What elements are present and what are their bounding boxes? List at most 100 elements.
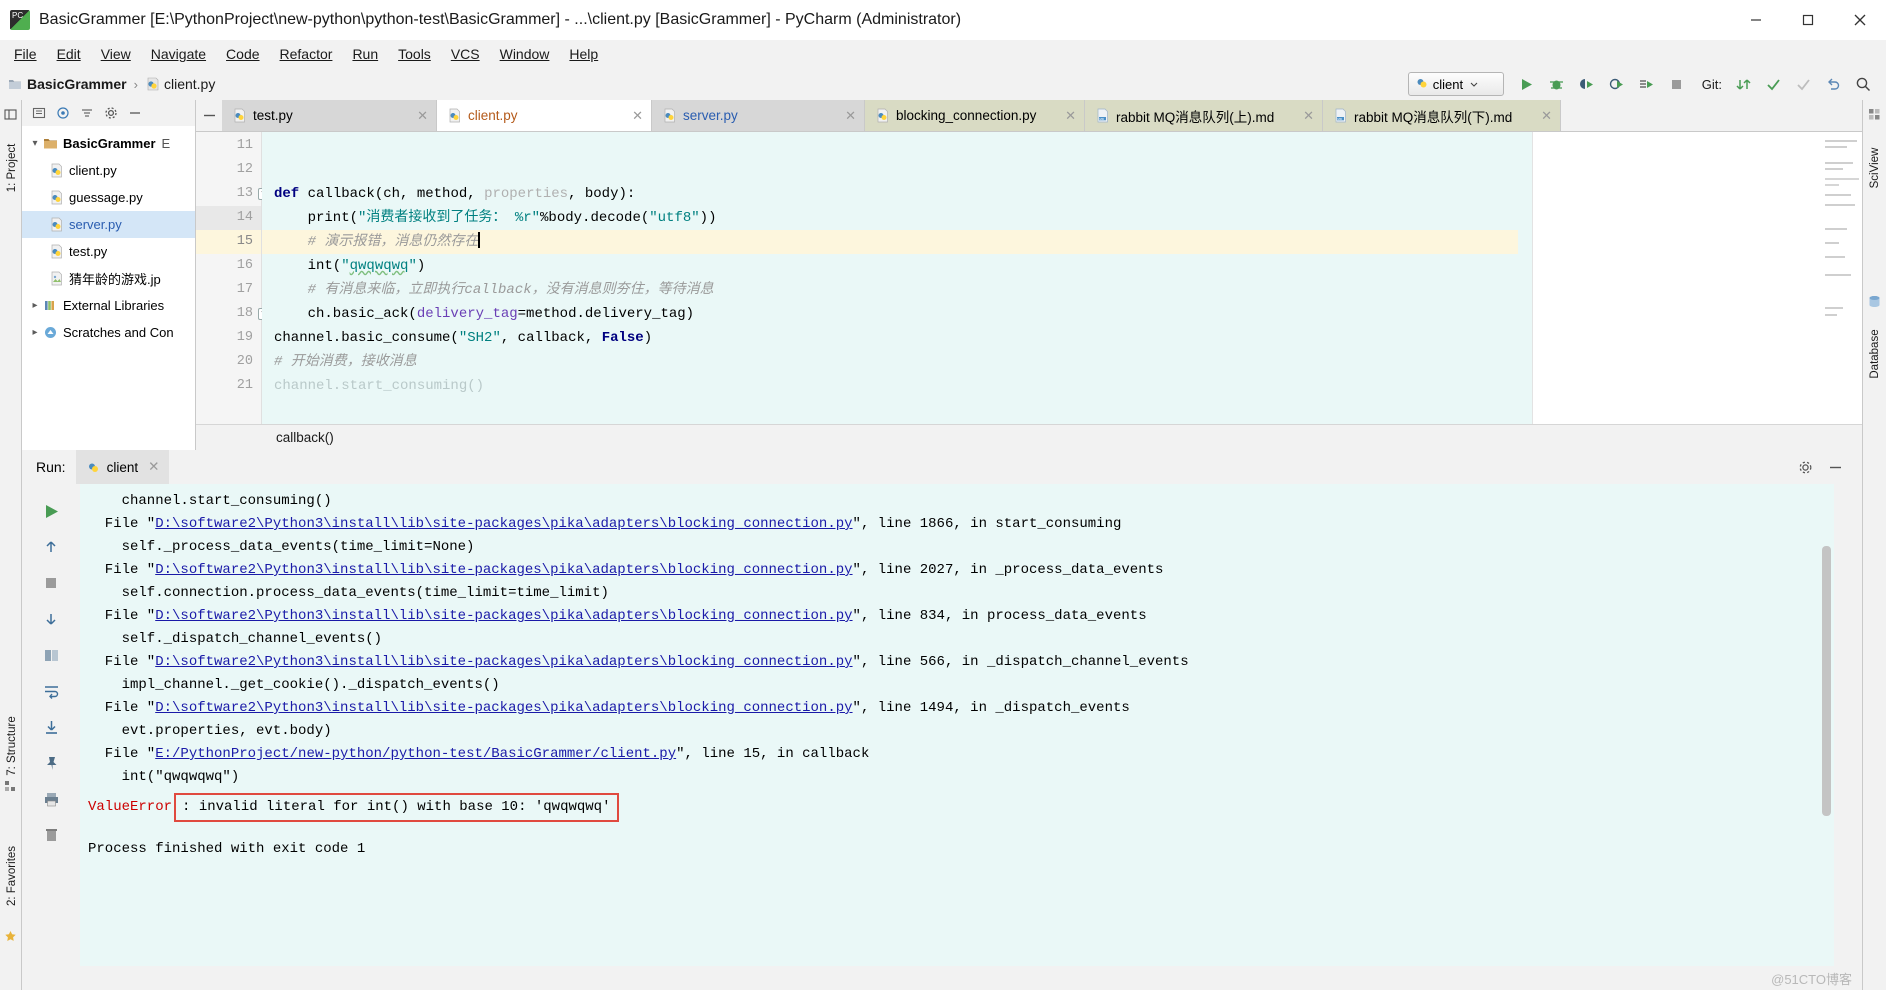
editor-tab-server-py[interactable]: server.py ✕ <box>652 100 865 131</box>
close-button[interactable] <box>1834 0 1886 40</box>
stop-button[interactable] <box>34 568 68 598</box>
close-icon[interactable]: ✕ <box>1065 108 1076 124</box>
scroll-to-end-button[interactable] <box>34 712 68 742</box>
menu-edit[interactable]: Edit <box>47 42 91 66</box>
tabs-overflow-icon[interactable] <box>196 100 222 131</box>
print-layout-button[interactable] <box>34 640 68 670</box>
commit-button[interactable] <box>1758 71 1788 97</box>
sidebar-item-database[interactable]: Database <box>1869 318 1881 390</box>
tree-node-test-py[interactable]: test.py <box>22 238 195 265</box>
sidebar-item-project[interactable]: 1: Project <box>6 132 18 204</box>
menu-vcs[interactable]: VCS <box>441 42 490 66</box>
breadcrumb-file[interactable]: client.py <box>164 76 215 92</box>
pin-tab-button[interactable] <box>34 748 68 778</box>
hide-panel-icon[interactable] <box>124 103 146 123</box>
debug-button[interactable] <box>1542 71 1572 97</box>
breadcrumb-project[interactable]: BasicGrammer <box>27 76 127 92</box>
editor-tab-rabbitmq-shang-md[interactable]: MD rabbit MQ消息队列(上).md ✕ <box>1085 100 1323 131</box>
menu-navigate-label: Navigate <box>150 46 207 62</box>
menu-help[interactable]: Help <box>559 42 608 66</box>
menu-navigate[interactable]: Navigate <box>141 42 216 66</box>
rollback-button[interactable] <box>1818 71 1848 97</box>
settings-gear-icon[interactable] <box>100 103 122 123</box>
print-button[interactable] <box>34 784 68 814</box>
sidebar-item-sciview[interactable]: SciView <box>1869 132 1881 204</box>
search-everywhere-icon[interactable] <box>1848 71 1878 97</box>
run-tab-client[interactable]: client ✕ <box>75 450 170 484</box>
editor-tab-test-py[interactable]: test.py ✕ <box>222 100 437 131</box>
menu-refactor[interactable]: Refactor <box>270 42 343 66</box>
file-suffix: ", line 834, in process_data_events <box>852 608 1147 624</box>
run-with-button[interactable] <box>1632 71 1662 97</box>
soft-wrap-button[interactable] <box>34 676 68 706</box>
file-link[interactable]: D:\software2\Python3\install\lib\site-pa… <box>155 608 852 624</box>
target-icon[interactable] <box>52 103 74 123</box>
tree-node-external-libraries[interactable]: ▸ External Libraries <box>22 292 195 319</box>
chevron-right-icon[interactable]: ▸ <box>28 300 42 311</box>
code-area[interactable]: def callback(ch, method, properties, bod… <box>262 132 1518 424</box>
editor-body[interactable]: 11 12 13 − 14 15 16 17 18 <box>196 132 1862 424</box>
code-line-15: # 演示报错，消息仍然存在 <box>262 230 1518 254</box>
scroll-up-button[interactable] <box>34 532 68 562</box>
close-icon[interactable]: ✕ <box>632 108 643 124</box>
coverage-button[interactable] <box>1572 71 1602 97</box>
close-icon[interactable]: ✕ <box>1541 108 1552 124</box>
close-icon[interactable]: ✕ <box>845 108 856 124</box>
tree-node-scratches[interactable]: ▸ Scratches and Con <box>22 319 195 346</box>
menu-file[interactable]: File <box>4 42 47 66</box>
folder-icon <box>42 136 58 151</box>
stop-button[interactable] <box>1662 71 1692 97</box>
menu-window[interactable]: Window <box>490 42 560 66</box>
close-icon[interactable]: ✕ <box>417 108 428 124</box>
status-bar: @51CTO博客 <box>22 966 1862 990</box>
collapse-all-icon[interactable] <box>76 103 98 123</box>
editor-marker-rail[interactable] <box>1518 132 1532 424</box>
file-link[interactable]: D:\software2\Python3\install\lib\site-pa… <box>155 562 852 578</box>
rerun-button[interactable] <box>34 496 68 526</box>
scroll-down-button[interactable] <box>34 604 68 634</box>
run-button[interactable] <box>1512 71 1542 97</box>
minimize-button[interactable] <box>1730 0 1782 40</box>
editor-tab-rabbitmq-xia-md[interactable]: MD rabbit MQ消息队列(下).md ✕ <box>1323 100 1561 131</box>
close-icon[interactable]: ✕ <box>1303 108 1314 124</box>
profile-button[interactable] <box>1602 71 1632 97</box>
expand-icon[interactable] <box>28 103 50 123</box>
editor-tab-label: rabbit MQ消息队列(下).md <box>1354 109 1513 125</box>
run-hide-icon[interactable] <box>1820 452 1850 482</box>
run-configuration-selector[interactable]: client <box>1407 72 1504 96</box>
chevron-down-icon <box>1469 77 1479 92</box>
maximize-button[interactable] <box>1782 0 1834 40</box>
svg-text:MD: MD <box>1337 117 1342 121</box>
tree-node-image-file[interactable]: 猜年龄的游戏.jp <box>22 265 195 292</box>
file-link[interactable]: E:/PythonProject/new-python/python-test/… <box>155 746 676 762</box>
menu-view[interactable]: View <box>91 42 141 66</box>
run-settings-gear-icon[interactable] <box>1790 452 1820 482</box>
tree-node-basicgrammer[interactable]: ▾ BasicGrammer E <box>22 130 195 157</box>
sidebar-item-structure[interactable]: 7: Structure <box>6 710 18 782</box>
menu-code[interactable]: Code <box>216 42 269 66</box>
tree-node-client-py[interactable]: client.py <box>22 157 195 184</box>
update-project-button[interactable] <box>1728 71 1758 97</box>
tree-node-server-py[interactable]: server.py <box>22 211 195 238</box>
tree-node-guessage-py[interactable]: guessage.py <box>22 184 195 211</box>
console-output[interactable]: channel.start_consuming() File "D:\softw… <box>80 484 1834 966</box>
clear-all-button[interactable] <box>34 820 68 850</box>
editor-gutter[interactable]: 11 12 13 − 14 15 16 17 18 <box>196 132 270 424</box>
sidebar-item-favorites[interactable]: 2: Favorites <box>6 840 18 912</box>
chevron-right-icon[interactable]: ▸ <box>28 327 42 338</box>
file-link[interactable]: D:\software2\Python3\install\lib\site-pa… <box>155 516 852 532</box>
menu-bar: File Edit View Navigate Code Refactor Ru… <box>0 40 1886 68</box>
console-scrollbar[interactable] <box>1822 546 1831 816</box>
editor-breadcrumb-bottom[interactable]: callback() <box>196 424 1862 450</box>
push-button[interactable] <box>1788 71 1818 97</box>
close-icon[interactable]: ✕ <box>148 459 159 475</box>
file-link[interactable]: D:\software2\Python3\install\lib\site-pa… <box>155 654 852 670</box>
menu-run[interactable]: Run <box>342 42 388 66</box>
editor-tab-client-py[interactable]: client.py ✕ <box>437 100 652 131</box>
editor-minimap[interactable] <box>1532 132 1862 424</box>
line-number: 14 <box>196 206 261 230</box>
file-link[interactable]: D:\software2\Python3\install\lib\site-pa… <box>155 700 852 716</box>
menu-tools[interactable]: Tools <box>388 42 441 66</box>
chevron-down-icon[interactable]: ▾ <box>28 138 42 149</box>
editor-tab-blocking-connection-py[interactable]: blocking_connection.py ✕ <box>865 100 1085 131</box>
